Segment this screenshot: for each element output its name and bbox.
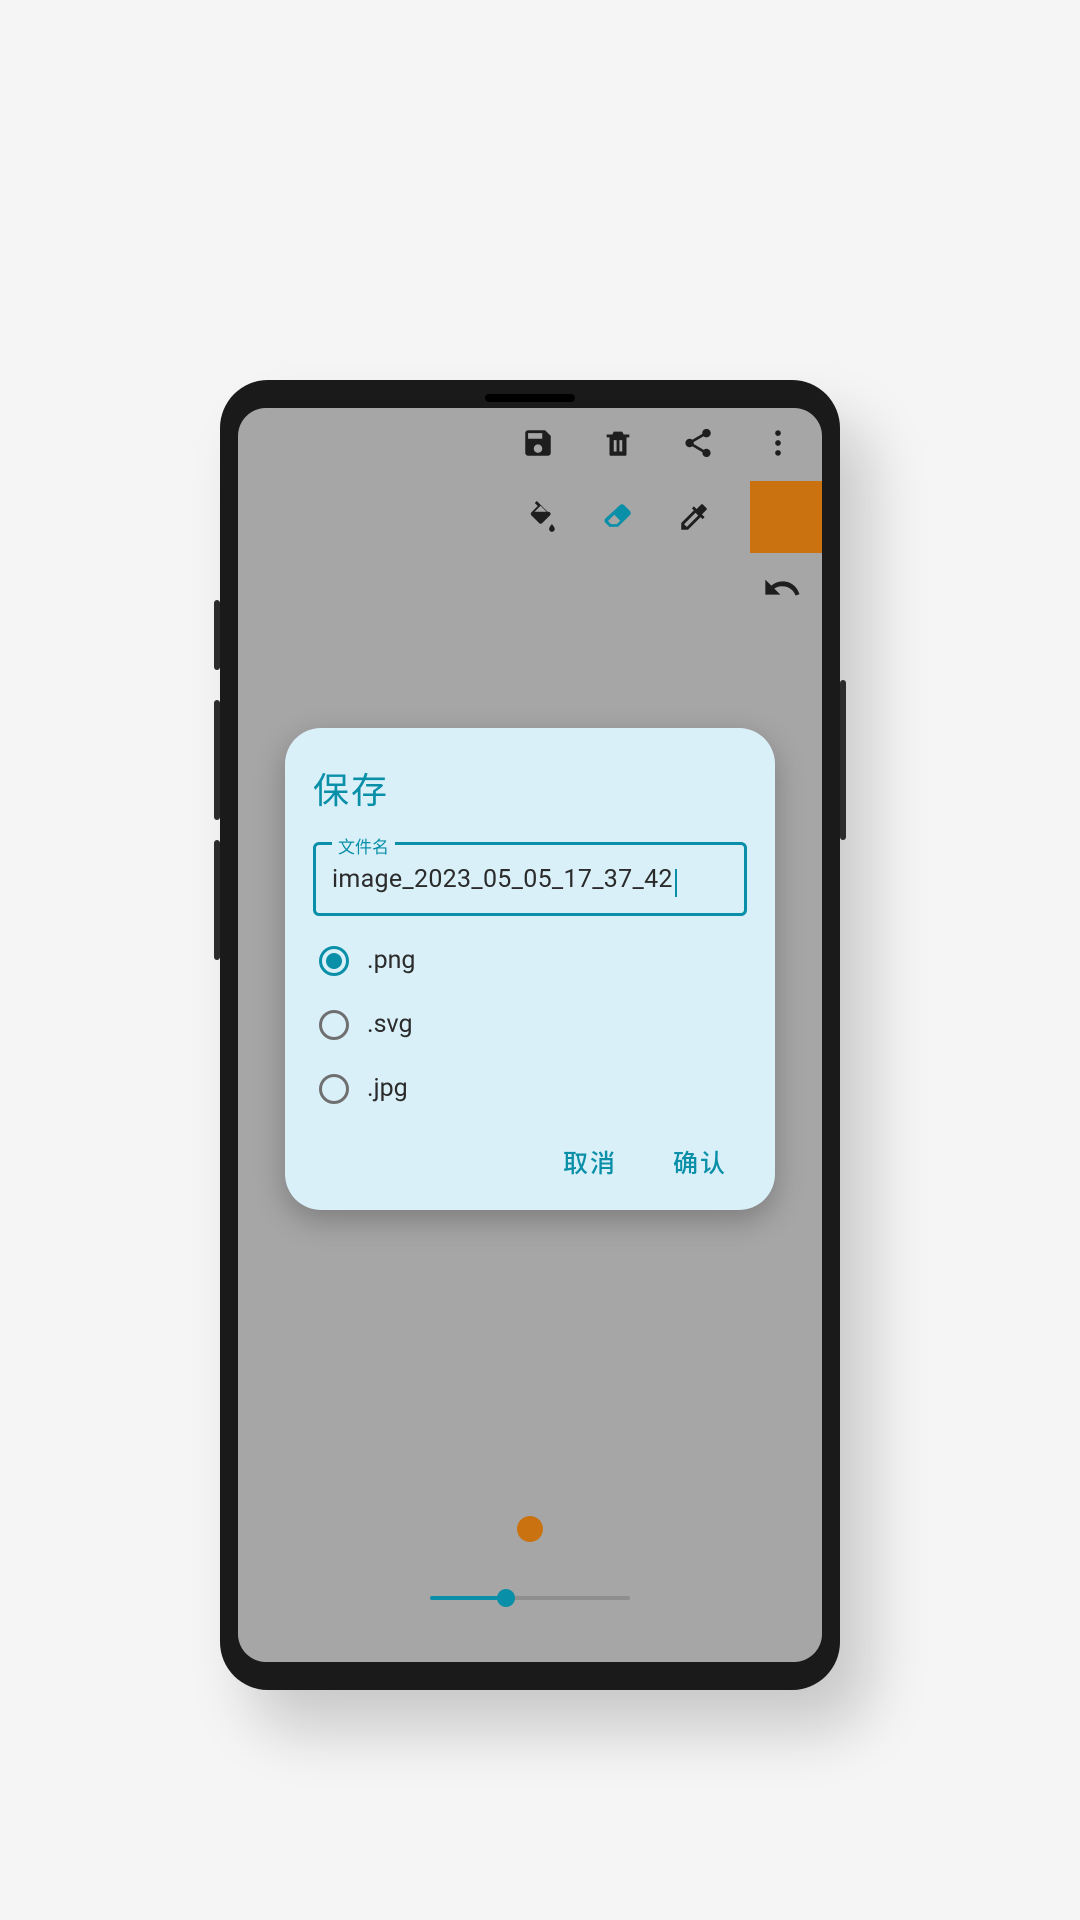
filename-value: image_2023_05_05_17_37_42 bbox=[332, 865, 673, 894]
tool-row bbox=[238, 478, 822, 556]
undo-button[interactable] bbox=[762, 568, 802, 612]
filename-field[interactable]: 文件名 image_2023_05_05_17_37_42 bbox=[313, 842, 747, 916]
radio-icon bbox=[319, 1010, 349, 1040]
save-button[interactable] bbox=[518, 423, 558, 463]
phone-side-button bbox=[214, 600, 220, 670]
phone-side-button bbox=[214, 840, 220, 960]
slider-thumb[interactable] bbox=[497, 1589, 515, 1607]
share-icon bbox=[681, 426, 715, 460]
share-button[interactable] bbox=[678, 423, 718, 463]
radio-icon bbox=[319, 946, 349, 976]
brush-size-slider[interactable] bbox=[430, 1596, 630, 1600]
radio-icon bbox=[319, 1074, 349, 1104]
eraser-icon bbox=[601, 500, 635, 534]
fill-tool-button[interactable] bbox=[522, 497, 562, 537]
cancel-button[interactable]: 取消 bbox=[563, 1144, 617, 1180]
eyedropper-icon bbox=[677, 500, 711, 534]
format-radio-group: .png .svg .jpg bbox=[313, 946, 747, 1104]
format-option-png[interactable]: .png bbox=[319, 946, 747, 976]
undo-icon bbox=[762, 568, 802, 608]
dialog-title: 保存 bbox=[313, 762, 747, 814]
slider-fill bbox=[430, 1596, 506, 1600]
delete-button[interactable] bbox=[598, 423, 638, 463]
save-dialog: 保存 文件名 image_2023_05_05_17_37_42 .png .s… bbox=[285, 728, 775, 1210]
color-swatch[interactable] bbox=[750, 481, 822, 553]
dialog-actions: 取消 确认 bbox=[313, 1144, 747, 1190]
phone-frame: 保存 文件名 image_2023_05_05_17_37_42 .png .s… bbox=[220, 380, 840, 1690]
more-vert-icon bbox=[761, 426, 795, 460]
phone-side-button bbox=[214, 700, 220, 820]
format-option-svg[interactable]: .svg bbox=[319, 1010, 747, 1040]
text-cursor bbox=[675, 869, 677, 897]
brush-preview bbox=[517, 1516, 543, 1542]
screen: 保存 文件名 image_2023_05_05_17_37_42 .png .s… bbox=[238, 408, 822, 1662]
overflow-menu-button[interactable] bbox=[758, 423, 798, 463]
confirm-button[interactable]: 确认 bbox=[673, 1144, 727, 1180]
save-icon bbox=[521, 426, 555, 460]
format-option-jpg[interactable]: .jpg bbox=[319, 1074, 747, 1104]
app-bar bbox=[238, 408, 822, 478]
phone-side-button bbox=[840, 680, 846, 840]
eraser-tool-button[interactable] bbox=[598, 497, 638, 537]
format-label: .png bbox=[367, 946, 415, 975]
format-label: .svg bbox=[367, 1010, 412, 1039]
trash-icon bbox=[601, 426, 635, 460]
format-label: .jpg bbox=[367, 1074, 408, 1103]
eyedropper-tool-button[interactable] bbox=[674, 497, 714, 537]
undo-row bbox=[238, 556, 822, 612]
paint-bucket-icon bbox=[525, 500, 559, 534]
filename-label: 文件名 bbox=[332, 833, 395, 858]
